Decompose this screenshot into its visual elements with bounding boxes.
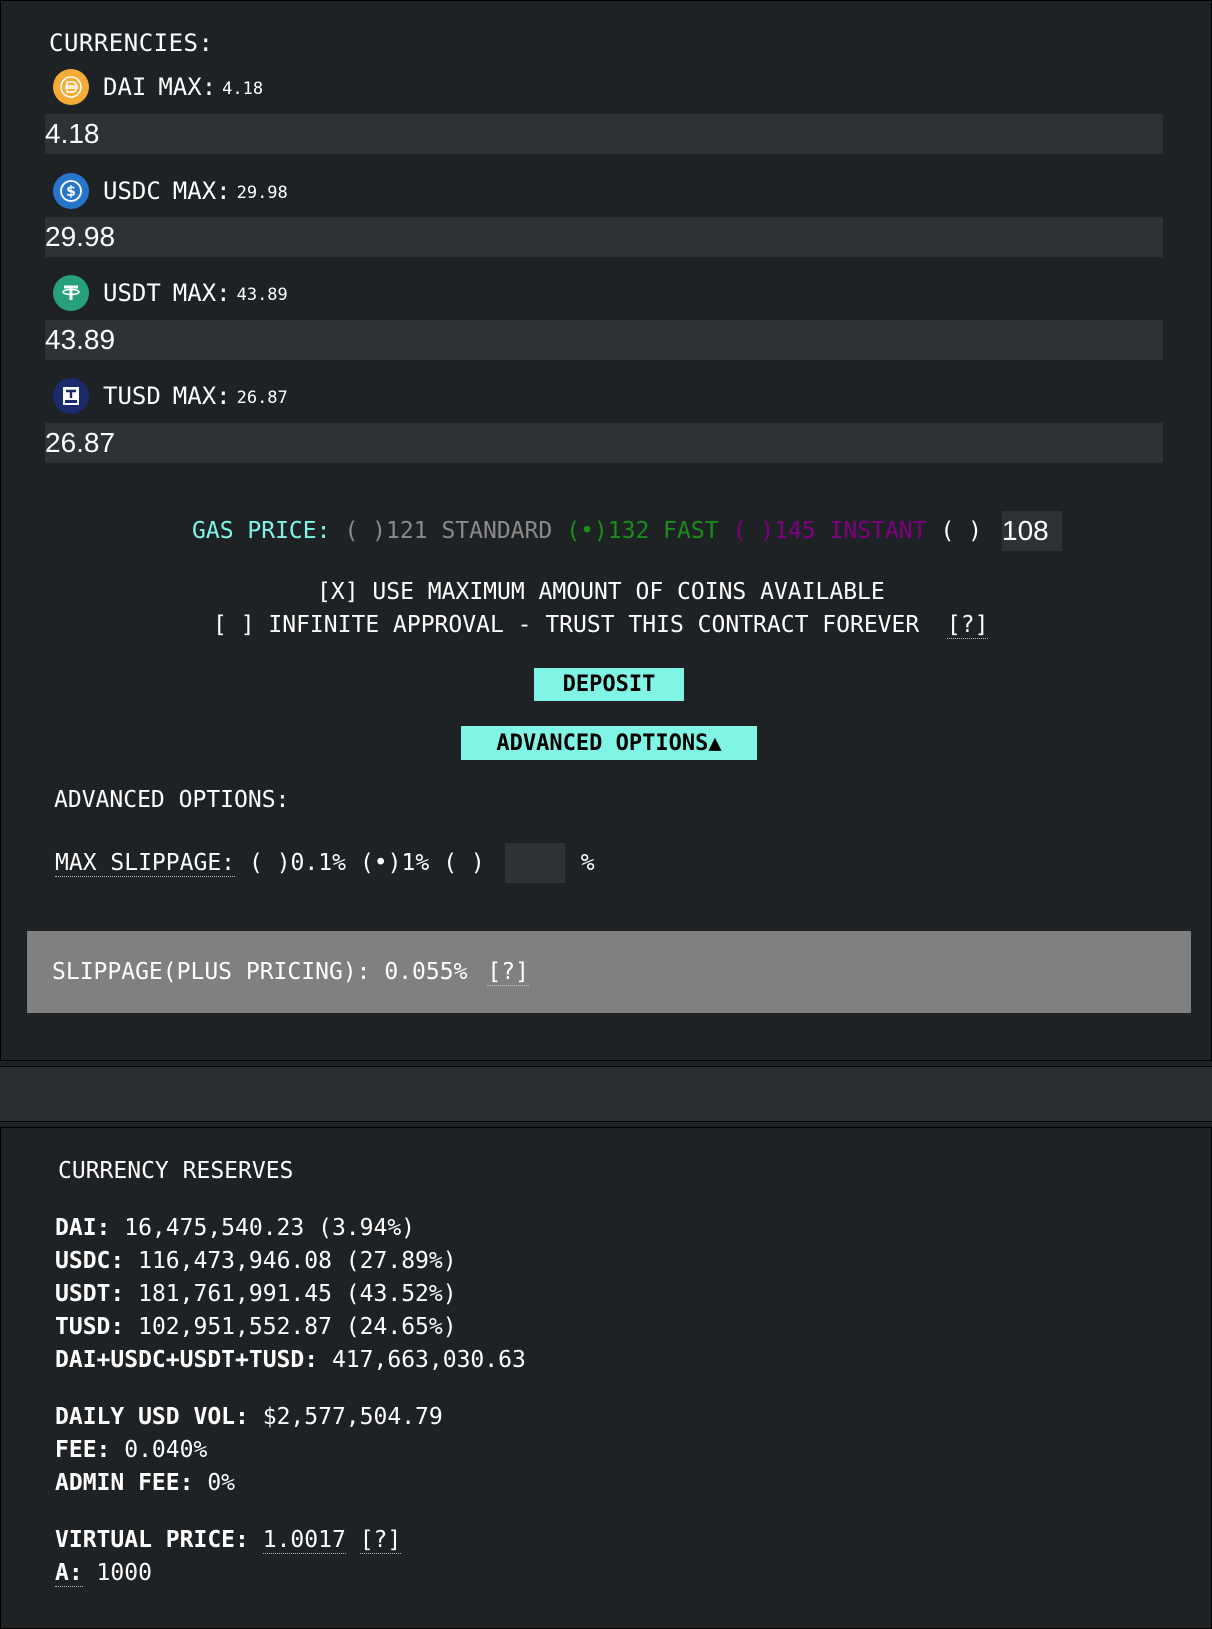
slippage-info-bar: SLIPPAGE(PLUS PRICING): 0.055% [?] xyxy=(27,931,1191,1013)
max-value[interactable]: 29.98 xyxy=(237,183,288,203)
max-slippage-label: MAX SLIPPAGE: xyxy=(55,849,236,877)
gas-price-row: GAS PRICE: ( )121 STANDARD (•)132 FAST (… xyxy=(192,511,1062,551)
admin-fee-value: 0% xyxy=(193,1470,236,1496)
virtual-price-value: 1.0017 xyxy=(262,1527,346,1554)
gas-name: STANDARD xyxy=(441,518,553,544)
reserve-label: DAI+USDC+USDT+TUSD: xyxy=(55,1347,319,1373)
max-label: MAX: xyxy=(172,279,231,307)
slippage-info-help[interactable]: [?] xyxy=(487,959,529,986)
amplification-value: 1000 xyxy=(82,1560,152,1586)
coin-name: USDC xyxy=(103,177,161,205)
max-label: MAX: xyxy=(172,382,231,410)
virtual-price-help[interactable]: [?] xyxy=(359,1527,402,1554)
reserve-row-tusd: TUSD: 102,951,552.87 (24.65%) xyxy=(55,1314,457,1340)
deposit-panel: CURRENCIES: DAI MAX: 4.18 $ USDC MAX: 29… xyxy=(0,0,1212,1061)
coin-name: TUSD xyxy=(103,382,161,410)
svg-text:$: $ xyxy=(66,184,76,200)
daily-volume-row: DAILY USD VOL: $2,577,504.79 xyxy=(55,1404,443,1430)
coin-row-usdc: $ USDC MAX: 29.98 xyxy=(53,171,288,211)
reserve-value: 16,475,540.23 (3.94%) xyxy=(110,1215,416,1241)
gas-value: 145 xyxy=(774,518,816,544)
currencies-title: CURRENCIES: xyxy=(49,29,214,57)
advanced-options-toggle-button[interactable]: ADVANCED OPTIONS▲ xyxy=(461,726,757,760)
gas-option-standard[interactable]: ( )121 STANDARD xyxy=(344,518,552,544)
reserve-label: USDC: xyxy=(55,1248,125,1274)
max-value[interactable]: 43.89 xyxy=(237,285,288,305)
gas-name: FAST xyxy=(663,518,719,544)
slippage-option-1[interactable]: (•)1% xyxy=(360,850,429,876)
gas-option-fast[interactable]: (•)132 FAST xyxy=(566,518,718,544)
use-max-checkbox[interactable]: [X] USE MAXIMUM AMOUNT OF COINS AVAILABL… xyxy=(317,579,885,605)
gas-option-instant[interactable]: ( )145 INSTANT xyxy=(733,518,927,544)
deposit-button[interactable]: DEPOSIT xyxy=(534,668,684,701)
virtual-price-label: VIRTUAL PRICE: xyxy=(55,1527,249,1553)
radio-mark[interactable]: ( ) xyxy=(733,518,775,544)
fee-value: 0.040% xyxy=(110,1437,208,1463)
gas-value: 121 xyxy=(386,518,428,544)
infinite-approval-checkbox[interactable]: [ ] INFINITE APPROVAL - TRUST THIS CONTR… xyxy=(213,612,919,638)
coin-row-tusd: TUSD MAX: 26.87 xyxy=(53,376,288,416)
fee-row: FEE: 0.040% xyxy=(55,1437,207,1463)
reserves-title: CURRENCY RESERVES xyxy=(58,1158,294,1184)
reserve-value: 116,473,946.08 (27.89%) xyxy=(124,1248,457,1274)
reserve-value: 102,951,552.87 (24.65%) xyxy=(124,1314,457,1340)
tusd-icon xyxy=(53,378,89,414)
coin-name: USDT xyxy=(103,279,161,307)
dai-icon xyxy=(53,69,89,105)
admin-fee-row: ADMIN FEE: 0% xyxy=(55,1470,235,1496)
fee-label: FEE: xyxy=(55,1437,111,1463)
coin-row-usdt: USDT MAX: 43.89 xyxy=(53,273,288,313)
infinite-approval-row: [ ] INFINITE APPROVAL - TRUST THIS CONTR… xyxy=(213,612,989,639)
usdc-amount-input[interactable] xyxy=(45,217,1163,257)
max-label: MAX: xyxy=(158,73,217,101)
max-label: MAX: xyxy=(172,177,231,205)
tusd-amount-input[interactable] xyxy=(45,423,1163,463)
slippage-option-custom[interactable]: ( ) xyxy=(443,850,485,876)
max-value[interactable]: 4.18 xyxy=(222,79,263,99)
slippage-option-0-1[interactable]: ( )0.1% xyxy=(249,850,346,876)
amplification-row: A: 1000 xyxy=(55,1560,152,1587)
reserve-row-dai: DAI: 16,475,540.23 (3.94%) xyxy=(55,1215,415,1241)
usdc-icon: $ xyxy=(53,173,89,209)
gas-price-label: GAS PRICE: xyxy=(192,518,331,544)
max-slippage-row: MAX SLIPPAGE: ( )0.1% (•)1% ( ) % xyxy=(55,843,595,883)
gas-option-custom-radio[interactable]: ( ) xyxy=(940,518,982,544)
panel-divider xyxy=(0,1066,1212,1122)
virtual-price-row: VIRTUAL PRICE: 1.0017 [?] xyxy=(55,1527,402,1554)
slippage-info-text: SLIPPAGE(PLUS PRICING): 0.055% xyxy=(52,959,468,985)
gas-name: INSTANT xyxy=(829,518,927,544)
reserve-row-usdt: USDT: 181,761,991.45 (43.52%) xyxy=(55,1281,457,1307)
reserve-label: USDT: xyxy=(55,1281,125,1307)
usdt-amount-input[interactable] xyxy=(45,320,1163,360)
reserve-label: TUSD: xyxy=(55,1314,125,1340)
reserves-panel: CURRENCY RESERVES DAI: 16,475,540.23 (3.… xyxy=(0,1127,1212,1629)
infinite-approval-help[interactable]: [?] xyxy=(946,612,989,639)
amplification-label: A: xyxy=(55,1560,83,1587)
daily-volume-value: $2,577,504.79 xyxy=(248,1404,443,1430)
dai-amount-input[interactable] xyxy=(45,114,1163,154)
slippage-custom-input[interactable] xyxy=(504,843,565,883)
coin-name: DAI xyxy=(103,73,147,101)
radio-mark[interactable]: (•) xyxy=(566,518,608,544)
reserve-label: DAI: xyxy=(55,1215,111,1241)
reserve-value: 417,663,030.63 xyxy=(318,1347,526,1373)
reserve-value: 181,761,991.45 (43.52%) xyxy=(124,1281,457,1307)
advanced-options-title: ADVANCED OPTIONS: xyxy=(54,787,290,813)
gas-value: 132 xyxy=(607,518,650,544)
admin-fee-label: ADMIN FEE: xyxy=(55,1470,194,1496)
percent-sign: % xyxy=(580,850,595,876)
radio-mark[interactable]: ( ) xyxy=(344,518,386,544)
usdt-icon xyxy=(53,275,89,311)
daily-volume-label: DAILY USD VOL: xyxy=(55,1404,249,1430)
reserve-row-usdc: USDC: 116,473,946.08 (27.89%) xyxy=(55,1248,457,1274)
max-value[interactable]: 26.87 xyxy=(237,388,288,408)
coin-row-dai: DAI MAX: 4.18 xyxy=(53,67,263,107)
reserve-row-total: DAI+USDC+USDT+TUSD: 417,663,030.63 xyxy=(55,1347,526,1373)
gas-custom-input[interactable]: 108 xyxy=(1002,511,1062,551)
